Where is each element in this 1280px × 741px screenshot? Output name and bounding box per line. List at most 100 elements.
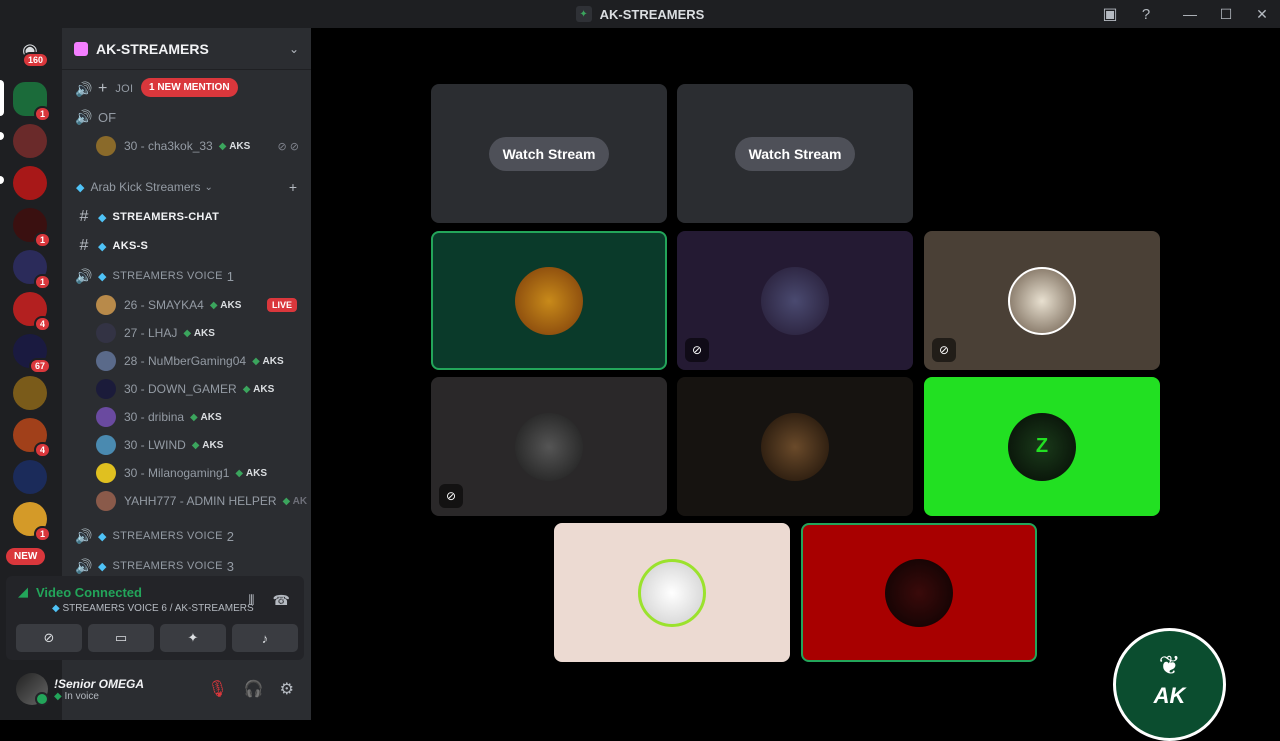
stream-tile[interactable]: Watch Stream xyxy=(677,84,913,223)
activity-button[interactable]: ✦ xyxy=(160,624,226,652)
title-bar-controls: ▣ ? — ☐ ✕ xyxy=(1092,0,1280,28)
mute-mic-icon[interactable]: 🎙 xyxy=(207,679,227,699)
text-channel-aks-s[interactable]: # ◆ AKS-S xyxy=(62,235,311,257)
avatar xyxy=(96,136,116,156)
guild-header[interactable]: AK-STREAMERS ⌄ xyxy=(62,28,311,70)
voice-user[interactable]: YAHH777 - ADMIN HELPER ◆ AK xyxy=(62,489,311,513)
voice-user[interactable]: 30 - DOWN_GAMER ◆ AKS xyxy=(62,377,311,401)
create-channel-plus[interactable]: + xyxy=(289,179,297,195)
server-icon[interactable] xyxy=(13,166,47,200)
participant-tile[interactable] xyxy=(677,377,913,516)
user-controls: 🎙 🎧 ⚙ xyxy=(207,679,294,699)
server-icon[interactable] xyxy=(13,124,47,158)
phoenix-icon: ❦ xyxy=(1158,650,1181,680)
chevron-down-icon[interactable]: ⌄ xyxy=(289,42,299,56)
avatar xyxy=(96,435,116,455)
screen-share-button[interactable]: ▭ xyxy=(88,624,154,652)
voice-user[interactable]: 26 - SMAYKA4 ◆ AKS LIVE xyxy=(62,293,311,317)
voice-user[interactable]: 27 - LHAJ ◆ AKS xyxy=(62,321,311,345)
disconnect-icon[interactable]: ☎ xyxy=(273,592,290,609)
user-status: ◆ In voice xyxy=(54,690,99,702)
user-panel: !Senior OMEGA ◆ In voice 🎙 🎧 ⚙ xyxy=(6,662,304,716)
voice-button-row: ⊘ ▭ ✦ ♪ xyxy=(16,624,298,652)
voice-channel-1[interactable]: 🔊 ◆ STREAMERS VOICE 1 xyxy=(62,265,311,287)
participant-tile[interactable]: ⊘ xyxy=(924,231,1160,370)
avatar xyxy=(96,351,116,371)
avatar xyxy=(96,379,116,399)
voice-user[interactable]: 30 - Milanogaming1 ◆ AKS xyxy=(62,461,311,485)
avatar xyxy=(638,558,706,627)
voice-channel-3[interactable]: 🔊 ◆ STREAMERS VOICE 3 xyxy=(62,555,311,577)
voice-channel-of[interactable]: 🔊 OF xyxy=(62,106,311,128)
server-icon[interactable]: 1 xyxy=(13,250,51,290)
gem-icon: ◆ xyxy=(76,181,85,194)
stream-tile[interactable]: Watch Stream xyxy=(431,84,667,223)
headphones-icon[interactable]: 🎧 xyxy=(244,679,264,699)
muted-deafened-icon: ⊘ ⊘ xyxy=(277,140,300,153)
window-title: AK-STREAMERS xyxy=(599,6,705,22)
server-icon[interactable]: 67 xyxy=(13,334,51,374)
participant-tile[interactable]: ⊘ xyxy=(677,231,913,370)
chevron-down-icon: ⌄ xyxy=(204,181,213,193)
gem-icon: ◆ xyxy=(98,270,107,283)
avatar: Z xyxy=(1008,412,1076,481)
voice-status[interactable]: ◢ Video Connected xyxy=(18,584,142,600)
new-mention-badge[interactable]: 1 NEW MENTION xyxy=(141,78,238,97)
server-icon[interactable]: 4 xyxy=(13,292,51,332)
close-button[interactable]: ✕ xyxy=(1244,0,1280,28)
avatar xyxy=(515,266,583,335)
speaker-icon: 🔊 xyxy=(75,557,93,574)
gem-icon: ◆ xyxy=(52,603,60,614)
participant-tile[interactable]: ⊘ xyxy=(431,377,667,516)
hash-icon: # xyxy=(79,237,89,254)
participant-tile[interactable]: Z xyxy=(924,377,1160,516)
text-channel-streamers-chat[interactable]: # ◆ STREAMERS-CHAT xyxy=(62,206,311,228)
settings-gear-icon[interactable]: ⚙ xyxy=(280,679,294,699)
voice-user[interactable]: 30 - LWIND ◆ AKS xyxy=(62,433,311,457)
avatar xyxy=(96,407,116,427)
voice-user[interactable]: 30 - cha3kok_33 ◆ AKS ⊘ ⊘ xyxy=(62,134,311,158)
live-badge: LIVE xyxy=(266,298,297,312)
dm-badge: 160 xyxy=(22,52,50,68)
server-icon[interactable]: 1 xyxy=(13,502,51,542)
voice-actions: ⦀ ☎ xyxy=(248,592,290,609)
category-header[interactable]: ◆ Arab Kick Streamers ⌄ + xyxy=(62,179,311,195)
avatar xyxy=(761,412,829,481)
ak-streamers-logo: ❦ AK xyxy=(1113,628,1226,741)
hash-icon: # xyxy=(79,208,89,225)
voice-connection-panel: ◢ Video Connected ◆ STREAMERS VOICE 6 / … xyxy=(6,576,304,660)
help-icon[interactable]: ? xyxy=(1128,0,1164,28)
voice-user[interactable]: 28 - NuMberGaming04 ◆ AKS xyxy=(62,349,311,373)
guild-boost-icon xyxy=(74,41,88,56)
watch-stream-button[interactable]: Watch Stream xyxy=(734,136,856,171)
minimize-button[interactable]: — xyxy=(1172,0,1208,28)
server-icon[interactable] xyxy=(13,376,47,410)
soundboard-button[interactable]: ♪ xyxy=(232,624,298,652)
signal-icon: ◢ xyxy=(18,584,28,599)
speaker-icon: 🔊 xyxy=(75,80,93,97)
voice-channel-2[interactable]: 🔊 ◆ STREAMERS VOICE 2 xyxy=(62,525,311,547)
avatar xyxy=(1008,266,1076,335)
participant-tile[interactable] xyxy=(554,523,790,662)
server-icon-ak[interactable]: 1 xyxy=(13,82,51,122)
watch-stream-button[interactable]: Watch Stream xyxy=(488,136,610,171)
maximize-button[interactable]: ☐ xyxy=(1208,0,1244,28)
participant-tile[interactable] xyxy=(431,231,667,370)
speaker-icon: 🔊 xyxy=(75,527,93,544)
avatar xyxy=(885,558,953,627)
server-icon[interactable] xyxy=(13,460,47,494)
username: !Senior OMEGA xyxy=(54,676,145,691)
avatar xyxy=(96,491,116,511)
noise-suppression-icon[interactable]: ⦀ xyxy=(248,592,254,609)
voice-channel-path[interactable]: ◆ STREAMERS VOICE 6 / AK-STREAMERS xyxy=(52,603,254,614)
plus-icon[interactable]: + xyxy=(98,80,107,98)
server-icon[interactable]: 4 xyxy=(13,418,51,458)
new-servers-badge[interactable]: NEW xyxy=(6,548,46,565)
participant-tile[interactable] xyxy=(801,523,1037,662)
avatar[interactable] xyxy=(16,673,49,706)
camera-off-button[interactable]: ⊘ xyxy=(16,624,82,652)
voice-user[interactable]: 30 - dribina ◆ AKS xyxy=(62,405,311,429)
server-icon[interactable]: 1 xyxy=(13,208,51,248)
muted-mic-icon: ⊘ xyxy=(439,484,463,508)
inbox-icon[interactable]: ▣ xyxy=(1092,0,1128,28)
